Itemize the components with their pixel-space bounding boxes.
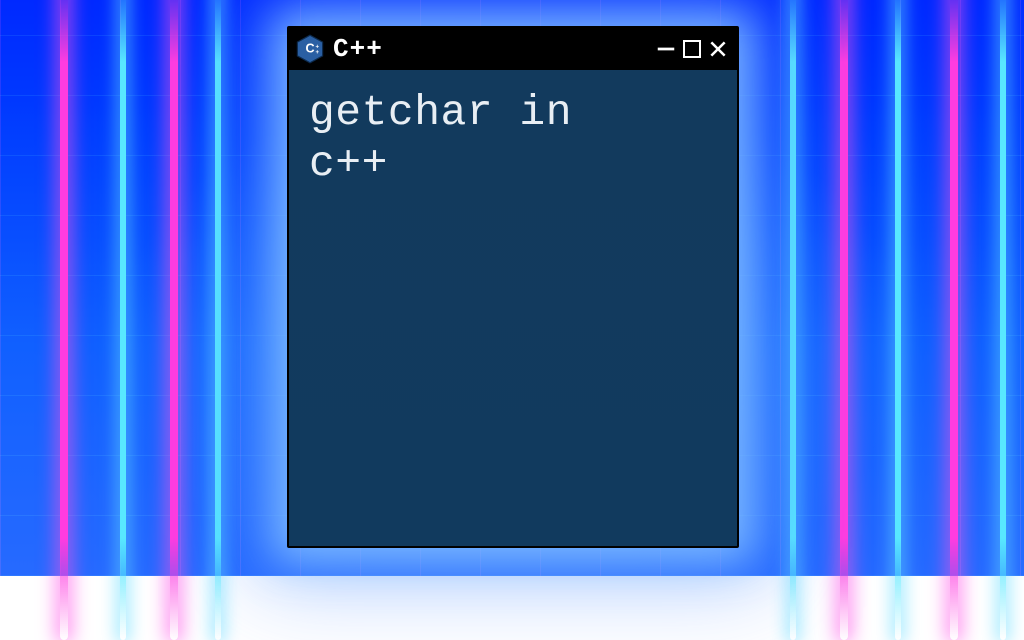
window-controls — [655, 38, 729, 60]
neon-bar-cyan — [215, 0, 221, 640]
cpp-logo-icon: C + + — [295, 34, 325, 64]
close-icon[interactable] — [707, 38, 729, 60]
svg-text:+: + — [315, 50, 319, 56]
neon-bar-pink — [950, 0, 958, 640]
terminal-body: getchar in c++ — [289, 70, 737, 546]
svg-text:C: C — [305, 42, 314, 56]
neon-bar-pink — [60, 0, 68, 640]
neon-bar-cyan — [1000, 0, 1006, 640]
neon-bar-cyan — [120, 0, 126, 640]
content-line-2: c++ — [309, 139, 717, 190]
titlebar[interactable]: C + + C++ — [289, 28, 737, 70]
neon-bar-cyan — [895, 0, 901, 640]
svg-text:+: + — [315, 44, 319, 50]
maximize-icon[interactable] — [683, 40, 701, 58]
neon-bar-cyan — [790, 0, 796, 640]
neon-bar-pink — [170, 0, 178, 640]
content-line-1: getchar in — [309, 88, 717, 139]
neon-bar-pink — [840, 0, 848, 640]
minimize-icon[interactable] — [655, 38, 677, 60]
window-title: C++ — [333, 34, 647, 64]
terminal-window: C + + C++ getchar in c++ — [287, 26, 739, 548]
